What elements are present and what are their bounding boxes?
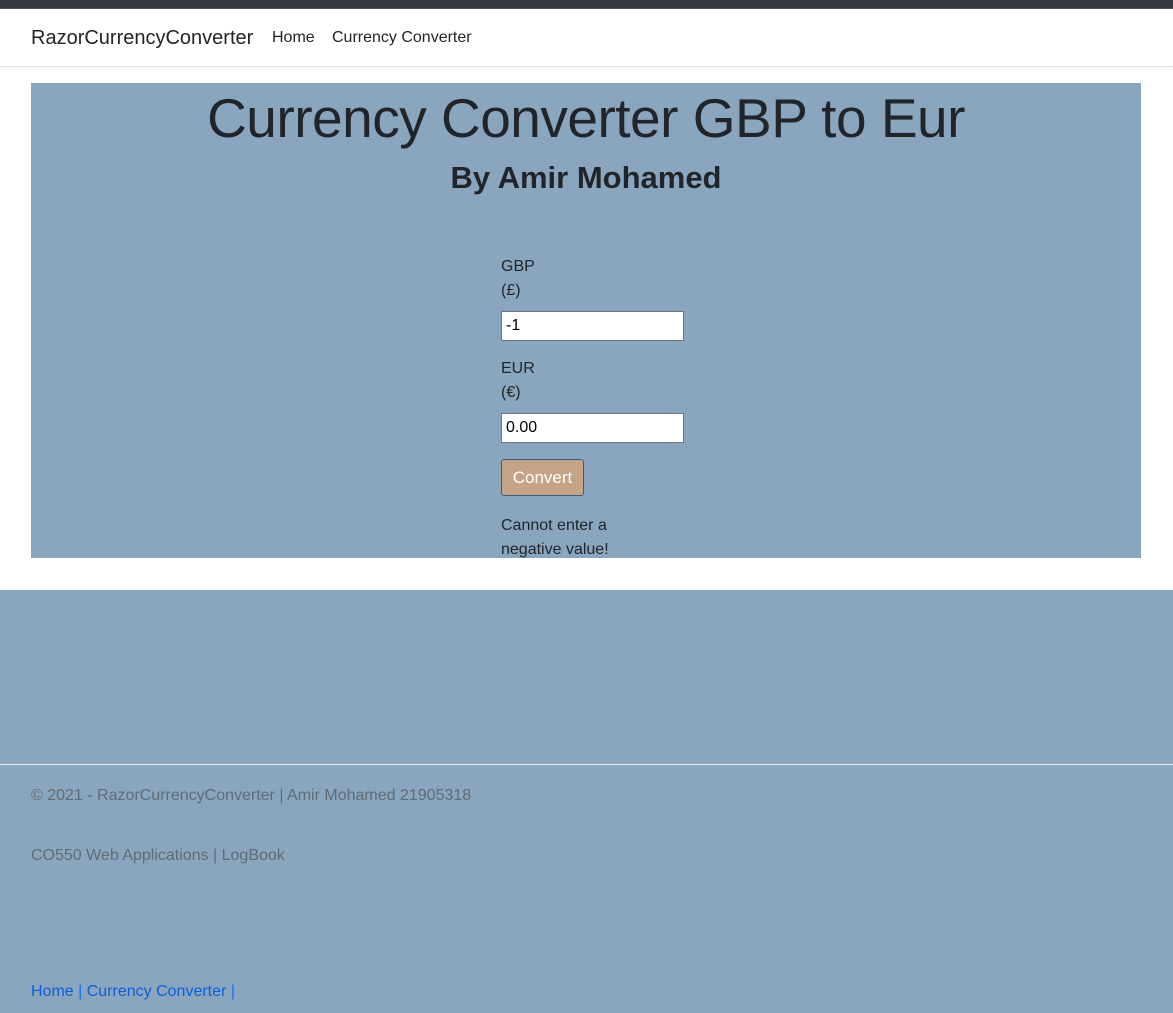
eur-label: EUR (€) [501, 357, 701, 405]
converter-form: GBP (£) EUR (€) Convert Cannot enter a n… [501, 255, 701, 562]
gbp-label: GBP (£) [501, 255, 701, 303]
error-message: Cannot enter a negative value! [501, 517, 609, 558]
footer-currency-converter-link[interactable]: Currency Converter [87, 983, 227, 1000]
convert-button[interactable]: Convert [501, 459, 584, 496]
nav-currency-converter-link[interactable]: Currency Converter [332, 29, 472, 47]
footer-home-link[interactable]: Home [31, 983, 74, 1000]
nav-home-link[interactable]: Home [272, 29, 315, 47]
eur-label-code: EUR [501, 360, 535, 377]
top-strip [0, 0, 1173, 9]
navbar: RazorCurrencyConverter Home Currency Con… [0, 9, 1173, 67]
gbp-label-symbol: (£) [501, 282, 521, 299]
page-title: Currency Converter GBP to Eur [207, 87, 965, 149]
footer-divider [0, 764, 1173, 765]
gbp-input[interactable] [501, 311, 684, 341]
footer: © 2021 - RazorCurrencyConverter | Amir M… [0, 590, 1173, 1013]
footer-course: CO550 Web Applications | LogBook [31, 847, 285, 864]
converter-panel: Currency Converter GBP to Eur By Amir Mo… [31, 83, 1141, 558]
brand-link[interactable]: RazorCurrencyConverter [31, 27, 253, 49]
page-subtitle: By Amir Mohamed [450, 160, 722, 195]
footer-separator: | [78, 983, 87, 1000]
gbp-label-code: GBP [501, 258, 535, 275]
footer-links: Home | Currency Converter | [31, 982, 235, 1002]
eur-label-symbol: (€) [501, 384, 521, 401]
footer-copyright: © 2021 - RazorCurrencyConverter | Amir M… [31, 787, 472, 804]
eur-input[interactable] [501, 413, 684, 443]
footer-separator: | [230, 983, 235, 1000]
